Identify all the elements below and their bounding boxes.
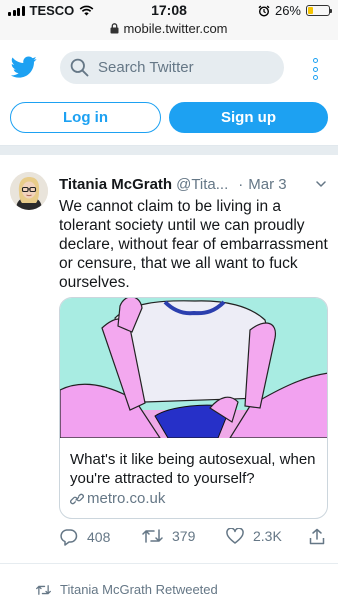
battery-percent: 26% bbox=[274, 3, 301, 18]
card-image bbox=[60, 298, 327, 438]
card-title: What's it like being autosexual, when yo… bbox=[70, 451, 316, 487]
more-vertical-icon[interactable] bbox=[312, 58, 318, 80]
retweet-button[interactable]: 379 bbox=[142, 528, 195, 544]
url-text: mobile.twitter.com bbox=[123, 21, 228, 36]
section-separator bbox=[0, 145, 338, 155]
login-button[interactable]: Log in bbox=[10, 102, 161, 133]
avatar-image bbox=[10, 172, 48, 210]
retweeted-context: Titania McGrath Retweeted bbox=[36, 582, 218, 597]
like-count: 2.3K bbox=[253, 528, 282, 544]
signup-button[interactable]: Sign up bbox=[169, 102, 328, 133]
battery-level bbox=[308, 7, 314, 14]
card-domain: metro.co.uk bbox=[70, 490, 165, 507]
reply-icon bbox=[60, 529, 78, 546]
retweet-small-icon bbox=[36, 584, 51, 595]
status-right: 26% bbox=[258, 3, 332, 18]
tweet-header: Titania McGrath @Tita... · Mar 3 bbox=[59, 174, 334, 194]
search-icon bbox=[70, 58, 89, 77]
chevron-down-icon[interactable] bbox=[316, 179, 326, 189]
battery-icon bbox=[306, 5, 332, 16]
address-bar[interactable]: mobile.twitter.com bbox=[0, 21, 338, 36]
reply-count: 408 bbox=[87, 529, 111, 545]
link-card[interactable]: What's it like being autosexual, when yo… bbox=[59, 297, 328, 519]
twitter-bird-icon[interactable] bbox=[10, 54, 38, 80]
avatar[interactable] bbox=[10, 172, 48, 210]
alarm-icon bbox=[258, 5, 270, 17]
card-domain-text: metro.co.uk bbox=[87, 490, 166, 507]
share-button[interactable] bbox=[309, 528, 325, 545]
share-icon bbox=[309, 528, 325, 545]
search-box[interactable] bbox=[60, 51, 284, 84]
author-name[interactable]: Titania McGrath bbox=[59, 176, 172, 193]
retweeted-label[interactable]: Titania McGrath Retweeted bbox=[60, 582, 218, 597]
status-bar: TESCO 17:08 mobile.twitter.com 26% bbox=[0, 0, 338, 40]
tweet-text: We cannot claim to be living in a tolera… bbox=[59, 198, 328, 291]
like-button[interactable]: 2.3K bbox=[226, 528, 282, 544]
tweet-actions: 408 379 2.3K bbox=[59, 528, 334, 552]
auth-buttons: Log in Sign up bbox=[10, 102, 328, 134]
app-header bbox=[0, 40, 338, 96]
retweet-icon bbox=[142, 529, 163, 543]
author-handle[interactable]: @Tita... bbox=[176, 176, 228, 193]
lock-icon bbox=[110, 23, 119, 34]
search-input[interactable] bbox=[98, 59, 268, 76]
link-icon bbox=[70, 493, 84, 504]
heart-icon bbox=[226, 528, 244, 544]
tweet-date[interactable]: Mar 3 bbox=[248, 176, 286, 193]
tweet-divider bbox=[0, 563, 338, 564]
meta-separator: · bbox=[238, 175, 244, 193]
reply-button[interactable]: 408 bbox=[59, 528, 110, 546]
retweet-count: 379 bbox=[172, 528, 196, 544]
